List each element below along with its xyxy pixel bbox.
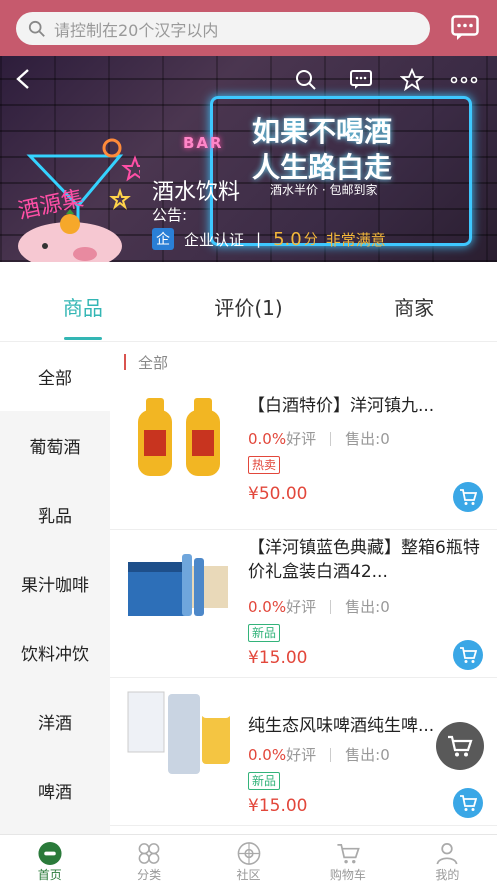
rating-percent: 0.0% (248, 597, 287, 616)
shop-score: 5.0 (273, 228, 302, 250)
stats-divider (330, 431, 332, 446)
product-stats: 0.0% 好评 售出: 0 (248, 744, 390, 765)
certification-row: 企 企业认证 | 5.0 分 非常满意 (152, 228, 386, 250)
shop-tabs: 商品 评价(1) 商家 (0, 292, 497, 340)
category-icon (138, 843, 160, 864)
community-icon (237, 842, 260, 865)
slogan-line-1: 如果不喝酒 (252, 115, 393, 148)
sidebar-item-wine[interactable]: 葡萄酒 (0, 411, 110, 480)
cert-label: 企业认证 (184, 230, 245, 249)
nav-label: 购物车 (329, 868, 366, 882)
star-icon[interactable] (400, 68, 424, 92)
sidebar-item-dairy[interactable]: 乳品 (0, 480, 110, 549)
product-tag: 新品 (248, 772, 281, 790)
nav-label: 分类 (137, 868, 162, 882)
sold-count: 0 (380, 597, 390, 616)
cert-separator: | (256, 230, 262, 248)
nav-community[interactable]: 社区 (199, 835, 298, 883)
product-image (124, 388, 234, 498)
tab-merchant[interactable]: 商家 (331, 292, 497, 340)
sold-label: 售出: (345, 746, 381, 764)
product-title: 【白酒特价】洋河镇九... (248, 396, 435, 416)
product-list: 全部 【白酒特价】洋河镇九... 0.0% 好评 售出: 0 热卖 ¥50.00 (110, 342, 497, 834)
product-tag: 新品 (248, 624, 281, 642)
home-icon (38, 841, 62, 866)
profile-icon (436, 843, 458, 865)
bar-sign: BAR (183, 134, 224, 152)
sold-count: 0 (380, 745, 390, 764)
tab-reviews[interactable]: 评价(1) (166, 292, 332, 340)
shop-subtitle: 酒水半价 · 包邮到家 (270, 183, 378, 197)
message-icon[interactable] (349, 68, 373, 92)
product-stats: 0.0% 好评 售出: 0 (248, 596, 390, 617)
nav-label: 社区 (236, 868, 261, 882)
top-bar: 请控制在20个汉字以内 (0, 0, 497, 56)
cart-icon (460, 489, 477, 505)
back-arrow-icon[interactable] (14, 68, 32, 90)
shop-logo: 酒源集 (16, 186, 122, 262)
nav-label: 首页 (37, 868, 62, 882)
search-icon[interactable] (294, 68, 318, 92)
search-input[interactable]: 请控制在20个汉字以内 (16, 12, 430, 45)
tab-products[interactable]: 商品 (0, 292, 166, 340)
nav-cart[interactable]: 购物车 (298, 835, 397, 883)
bottom-navigation: 首页 分类 社区 购物车 我的 (0, 834, 497, 883)
sold-count: 0 (380, 429, 390, 448)
sidebar-item-all[interactable]: 全部 (0, 342, 110, 411)
sold-label: 售出: (345, 430, 381, 448)
satisfaction-label: 非常满意 (325, 230, 386, 249)
nav-profile[interactable]: 我的 (398, 835, 497, 883)
product-item[interactable]: 【白酒特价】洋河镇九... 0.0% 好评 售出: 0 热卖 ¥50.00 (110, 382, 497, 530)
sidebar-item-beer[interactable]: 啤酒 (0, 756, 110, 825)
shop-notice: 公告: (152, 206, 188, 224)
enterprise-badge-icon: 企 (152, 228, 174, 250)
cart-icon (460, 795, 477, 811)
rating-label: 好评 (286, 746, 317, 764)
rating-percent: 0.0% (248, 745, 287, 764)
product-stats: 0.0% 好评 售出: 0 (248, 428, 390, 449)
category-marker (124, 354, 126, 370)
cart-icon (460, 647, 477, 663)
product-item[interactable]: 【洋河镇蓝色典藏】整箱6瓶特价礼盒装白酒42... 0.0% 好评 售出: 0 … (110, 530, 497, 678)
message-icon[interactable] (451, 15, 479, 41)
nav-category[interactable]: 分类 (99, 835, 198, 883)
shop-name: 酒水饮料 (152, 180, 241, 205)
shop-banner: BAR 如果不喝酒 人生路白走 酒水饮料 酒水半价 · 包邮到家 公告: 企 企… (0, 56, 497, 262)
score-unit: 分 (303, 232, 318, 248)
rating-label: 好评 (286, 430, 317, 448)
sold-label: 售出: (345, 598, 381, 616)
search-icon (28, 20, 45, 37)
category-header: 全部 (110, 342, 497, 382)
cart-icon (337, 843, 360, 864)
product-image (124, 684, 234, 794)
product-price: ¥15.00 (248, 648, 308, 668)
category-title: 全部 (138, 353, 169, 372)
floating-cart-button[interactable] (436, 722, 484, 770)
product-tag: 热卖 (248, 456, 281, 474)
add-to-cart-button[interactable] (453, 640, 483, 670)
nav-home[interactable]: 首页 (0, 835, 99, 883)
add-to-cart-button[interactable] (453, 482, 483, 512)
add-to-cart-button[interactable] (453, 788, 483, 818)
nav-label: 我的 (435, 868, 460, 882)
search-placeholder: 请控制在20个汉字以内 (54, 20, 219, 40)
product-image (124, 536, 234, 646)
rating-percent: 0.0% (248, 429, 287, 448)
product-price: ¥50.00 (248, 484, 308, 504)
stats-divider (330, 599, 332, 614)
category-sidebar: 全部 葡萄酒 乳品 果汁咖啡 饮料冲饮 洋酒 啤酒 (0, 342, 110, 834)
product-title: 【洋河镇蓝色典藏】整箱6瓶特价礼盒装白酒42... (248, 538, 480, 582)
sidebar-item-spirits[interactable]: 洋酒 (0, 687, 110, 756)
more-icon[interactable] (449, 68, 479, 92)
cart-icon (448, 735, 473, 757)
sidebar-item-juice-coffee[interactable]: 果汁咖啡 (0, 549, 110, 618)
slogan-line-2: 人生路白走 (252, 151, 393, 184)
product-price: ¥15.00 (248, 796, 308, 816)
sidebar-item-drinks[interactable]: 饮料冲饮 (0, 618, 110, 687)
rating-label: 好评 (286, 598, 317, 616)
stats-divider (330, 747, 332, 762)
